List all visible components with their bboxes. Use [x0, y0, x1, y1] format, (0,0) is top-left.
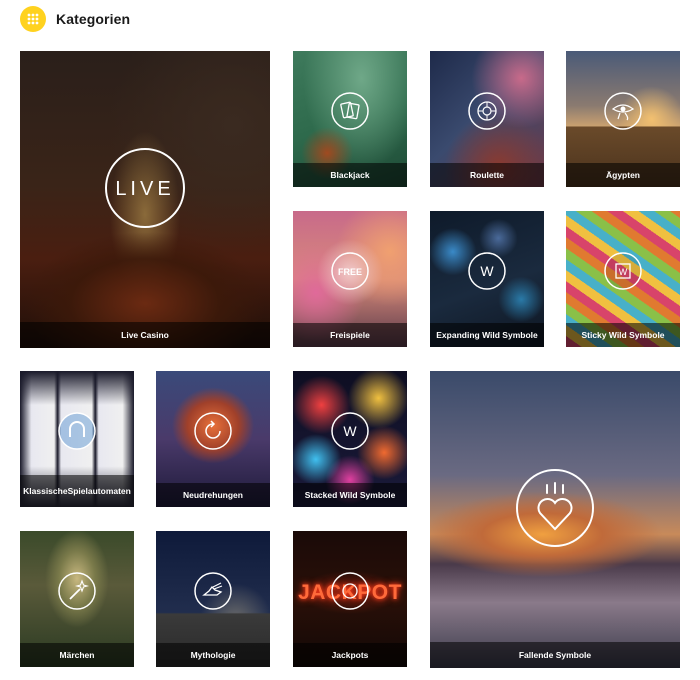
- tile-label: Blackjack: [293, 163, 407, 187]
- tile-label: Sticky Wild Symbole: [566, 323, 680, 347]
- category-tile-roulette[interactable]: Roulette: [430, 51, 544, 187]
- tile-label: Jackpots: [293, 643, 407, 667]
- tile-label: Mythologie: [156, 643, 270, 667]
- roulette-wheel-icon: [468, 92, 506, 130]
- svg-text:FREE: FREE: [338, 267, 362, 277]
- eye-of-horus-icon: [604, 92, 642, 130]
- grid-icon: [27, 13, 39, 25]
- tile-label: Neudrehungen: [156, 483, 270, 507]
- category-tile-freispiele[interactable]: FREE Freispiele: [293, 211, 407, 347]
- winged-shoe-icon: [194, 572, 232, 610]
- category-tile-klassische-spielautomaten[interactable]: Klassische Spielautomaten: [20, 371, 134, 507]
- tile-label: Roulette: [430, 163, 544, 187]
- wild-w-icon: W: [468, 252, 506, 290]
- tile-label: Märchen: [20, 643, 134, 667]
- tile-label: Stacked Wild Symbole: [293, 483, 407, 507]
- header: Kategorien: [20, 6, 130, 32]
- jackpot-coin-icon: [331, 572, 369, 610]
- svg-text:W: W: [619, 267, 628, 277]
- horseshoe-icon: [58, 412, 96, 450]
- category-tile-mythologie[interactable]: Mythologie: [156, 531, 270, 667]
- tile-label: Klassische Spielautomaten: [20, 475, 134, 507]
- svg-text:W: W: [343, 423, 357, 439]
- sticky-wild-icon: W: [604, 252, 642, 290]
- tile-label-line1: Klassische: [23, 485, 68, 496]
- tile-label: Expanding Wild Symbole: [430, 323, 544, 347]
- category-tile-expanding-wild[interactable]: W Expanding Wild Symbole: [430, 211, 544, 347]
- svg-text:LIVE: LIVE: [115, 178, 174, 200]
- category-tile-neudrehungen[interactable]: Neudrehungen: [156, 371, 270, 507]
- category-tile-sticky-wild[interactable]: W Sticky Wild Symbole: [566, 211, 680, 347]
- page-title: Kategorien: [56, 11, 131, 27]
- falling-heart-icon: [516, 468, 594, 547]
- category-tile-live-casino[interactable]: LIVE Live Casino: [20, 51, 270, 348]
- tile-label: Freispiele: [293, 323, 407, 347]
- tile-label: Ägypten: [566, 163, 680, 187]
- free-icon: FREE: [331, 252, 369, 290]
- cards-icon: [331, 92, 369, 130]
- tile-label: Live Casino: [20, 322, 270, 348]
- category-tile-blackjack[interactable]: Blackjack: [293, 51, 407, 187]
- tile-label: Fallende Symbole: [430, 642, 680, 668]
- category-tile-stacked-wild[interactable]: W Stacked Wild Symbole: [293, 371, 407, 507]
- magic-wand-icon: [58, 572, 96, 610]
- live-icon: LIVE: [105, 147, 185, 228]
- stacked-wild-icon: W: [331, 412, 369, 450]
- category-tile-jackpots[interactable]: JACKPOT Jackpots: [293, 531, 407, 667]
- respin-icon: [194, 412, 232, 450]
- categories-menu-button[interactable]: [20, 6, 46, 32]
- category-tile-maerchen[interactable]: Märchen: [20, 531, 134, 667]
- category-tile-aegypten[interactable]: Ägypten: [566, 51, 680, 187]
- category-tile-fallende-symbole[interactable]: Fallende Symbole: [430, 371, 680, 668]
- svg-text:W: W: [480, 263, 494, 279]
- tile-label-line2: Spielautomaten: [67, 485, 131, 496]
